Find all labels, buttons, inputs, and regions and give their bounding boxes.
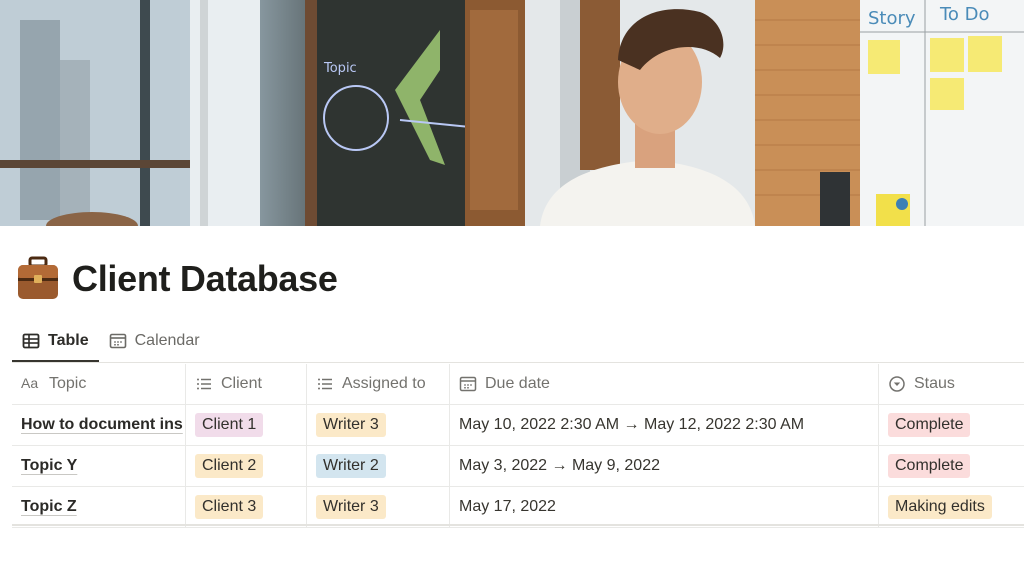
column-label: Due date xyxy=(485,375,550,392)
column-header-client[interactable]: Client xyxy=(186,364,307,404)
client-tag: Client 1 xyxy=(195,413,264,437)
table-row[interactable]: Topic Z Client 3 Writer 3 May 17, 2022 M… xyxy=(12,487,1024,528)
assignee-tag: Writer 2 xyxy=(316,454,386,478)
status-cell[interactable]: Complete xyxy=(879,446,1024,486)
due-date-value: May 17, 2022 xyxy=(459,498,556,515)
column-header-topic[interactable]: Aa Topic xyxy=(12,364,186,404)
table-icon xyxy=(22,333,40,349)
table-bottom-border xyxy=(12,524,1024,526)
whiteboard-label-story: Story xyxy=(868,8,916,29)
topic-cell[interactable]: Topic Y xyxy=(12,446,186,486)
table-row[interactable]: Topic Y Client 2 Writer 2 May 3, 2022 → … xyxy=(12,446,1024,487)
divider xyxy=(12,362,1024,363)
assigned-cell[interactable]: Writer 3 xyxy=(307,487,450,527)
client-tag: Client 2 xyxy=(195,454,264,478)
status-tag: Making edits xyxy=(888,495,992,519)
status-cell[interactable]: Complete xyxy=(879,405,1024,445)
status-tag: Complete xyxy=(888,413,971,437)
status-icon xyxy=(889,376,905,392)
due-date-cell[interactable]: May 10, 2022 2:30 AM → May 12, 2022 2:30… xyxy=(450,405,879,445)
topic-title[interactable]: Topic Y xyxy=(21,457,77,475)
page-title[interactable]: Client Database xyxy=(72,258,338,300)
client-cell[interactable]: Client 3 xyxy=(186,487,307,527)
briefcase-icon[interactable] xyxy=(16,256,60,302)
column-label: Topic xyxy=(49,375,87,392)
tab-label: Table xyxy=(48,332,89,349)
client-tag: Client 3 xyxy=(195,495,264,519)
client-cell[interactable]: Client 2 xyxy=(186,446,307,486)
column-label: Staus xyxy=(914,375,955,392)
topic-title[interactable]: Topic Z xyxy=(21,498,77,516)
tab-calendar[interactable]: Calendar xyxy=(99,322,210,360)
chalkboard-label: Topic xyxy=(323,61,357,76)
cover-image: Topic Story To Do xyxy=(0,0,1024,226)
assignee-tag: Writer 3 xyxy=(316,495,386,519)
column-header-assigned[interactable]: Assigned to xyxy=(307,364,450,404)
table-row[interactable]: How to document ins Client 1 Writer 3 Ma… xyxy=(12,405,1024,446)
column-label: Client xyxy=(221,375,262,392)
cover-photo: Topic Story To Do xyxy=(0,0,1024,226)
assignee-tag: Writer 3 xyxy=(316,413,386,437)
due-date-value: May 3, 2022 → May 9, 2022 xyxy=(459,457,660,474)
assigned-cell[interactable]: Writer 3 xyxy=(307,405,450,445)
assigned-cell[interactable]: Writer 2 xyxy=(307,446,450,486)
column-header-status[interactable]: Staus xyxy=(879,364,1024,404)
column-header-due-date[interactable]: Due date xyxy=(450,364,879,404)
calendar-icon xyxy=(459,376,477,392)
column-label: Assigned to xyxy=(342,375,426,392)
list-icon xyxy=(318,378,332,390)
view-tabs: Table Calendar xyxy=(12,322,210,362)
status-tag: Complete xyxy=(888,454,971,478)
topic-cell[interactable]: How to document ins xyxy=(12,405,186,445)
due-date-cell[interactable]: May 17, 2022 xyxy=(450,487,879,527)
table-header-row: Aa Topic Client Assigned to Due date Sta… xyxy=(12,364,1024,405)
due-date-value: May 10, 2022 2:30 AM → May 12, 2022 2:30… xyxy=(459,416,805,433)
whiteboard-label-todo: To Do xyxy=(939,4,990,25)
database-table: Aa Topic Client Assigned to Due date Sta… xyxy=(12,364,1024,528)
list-icon xyxy=(197,378,211,390)
due-date-cell[interactable]: May 3, 2022 → May 9, 2022 xyxy=(450,446,879,486)
tab-label: Calendar xyxy=(134,332,200,349)
tab-table[interactable]: Table xyxy=(12,322,99,362)
page-header: Client Database xyxy=(16,252,338,306)
topic-title[interactable]: How to document ins xyxy=(21,416,183,434)
text-icon: Aa xyxy=(21,375,39,391)
topic-cell[interactable]: Topic Z xyxy=(12,487,186,527)
client-cell[interactable]: Client 1 xyxy=(186,405,307,445)
calendar-icon xyxy=(109,333,126,349)
status-cell[interactable]: Making edits xyxy=(879,487,1024,527)
